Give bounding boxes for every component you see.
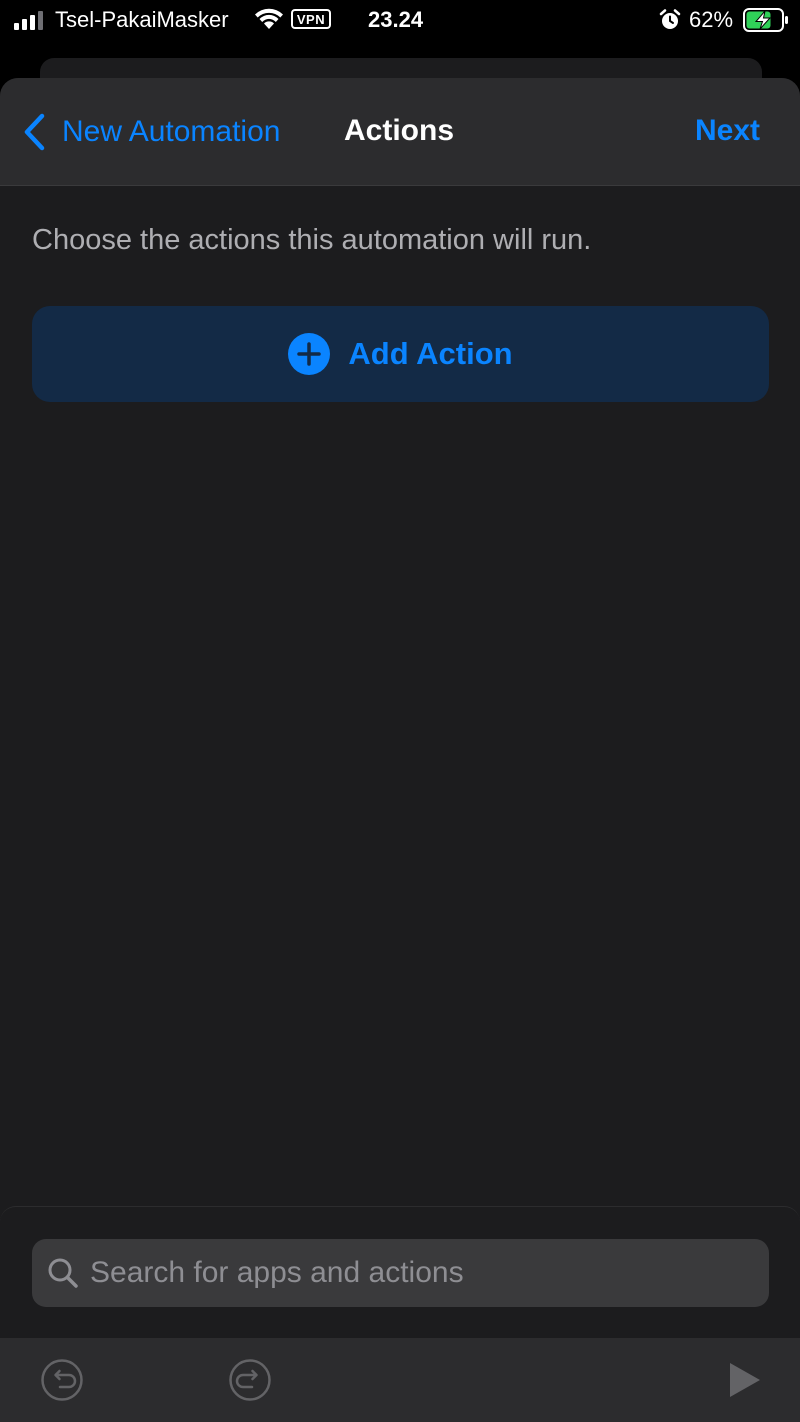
undo-icon[interactable] [40, 1358, 84, 1402]
play-icon[interactable] [722, 1358, 766, 1402]
bottom-toolbar [0, 1338, 800, 1422]
wifi-icon [255, 8, 283, 29]
alarm-clock-icon [659, 9, 681, 29]
add-action-button[interactable]: Add Action [32, 306, 769, 402]
back-button[interactable]: New Automation [22, 110, 280, 154]
actions-sheet: New Automation Actions Next Choose the a… [0, 78, 800, 1422]
search-placeholder: Search for apps and actions [90, 1256, 464, 1289]
battery-percent: 62% [689, 7, 734, 32]
redo-icon[interactable] [228, 1358, 272, 1402]
carrier-name: Tsel-PakaiMasker [55, 7, 229, 32]
battery-charging-icon [743, 8, 788, 32]
chevron-left-icon [24, 113, 45, 151]
next-button[interactable]: Next [695, 114, 760, 148]
search-input[interactable]: Search for apps and actions [32, 1239, 769, 1307]
search-icon [48, 1258, 78, 1288]
search-panel: Search for apps and actions [0, 1206, 800, 1346]
back-button-label: New Automation [62, 115, 281, 148]
phone-screen: Tsel-PakaiMasker VPN 23.24 62% New Autom… [0, 0, 800, 1422]
status-time: 23.24 [368, 7, 424, 32]
instructions-text: Choose the actions this automation will … [32, 224, 592, 256]
vpn-badge: VPN [291, 9, 331, 29]
add-action-label: Add Action [348, 336, 513, 371]
navigation-bar: New Automation Actions Next [0, 78, 800, 186]
cellular-signal-icon [14, 11, 43, 30]
page-title: Actions [344, 114, 455, 147]
status-bar: Tsel-PakaiMasker VPN 23.24 62% [0, 0, 800, 40]
plus-circle-icon [288, 333, 331, 375]
